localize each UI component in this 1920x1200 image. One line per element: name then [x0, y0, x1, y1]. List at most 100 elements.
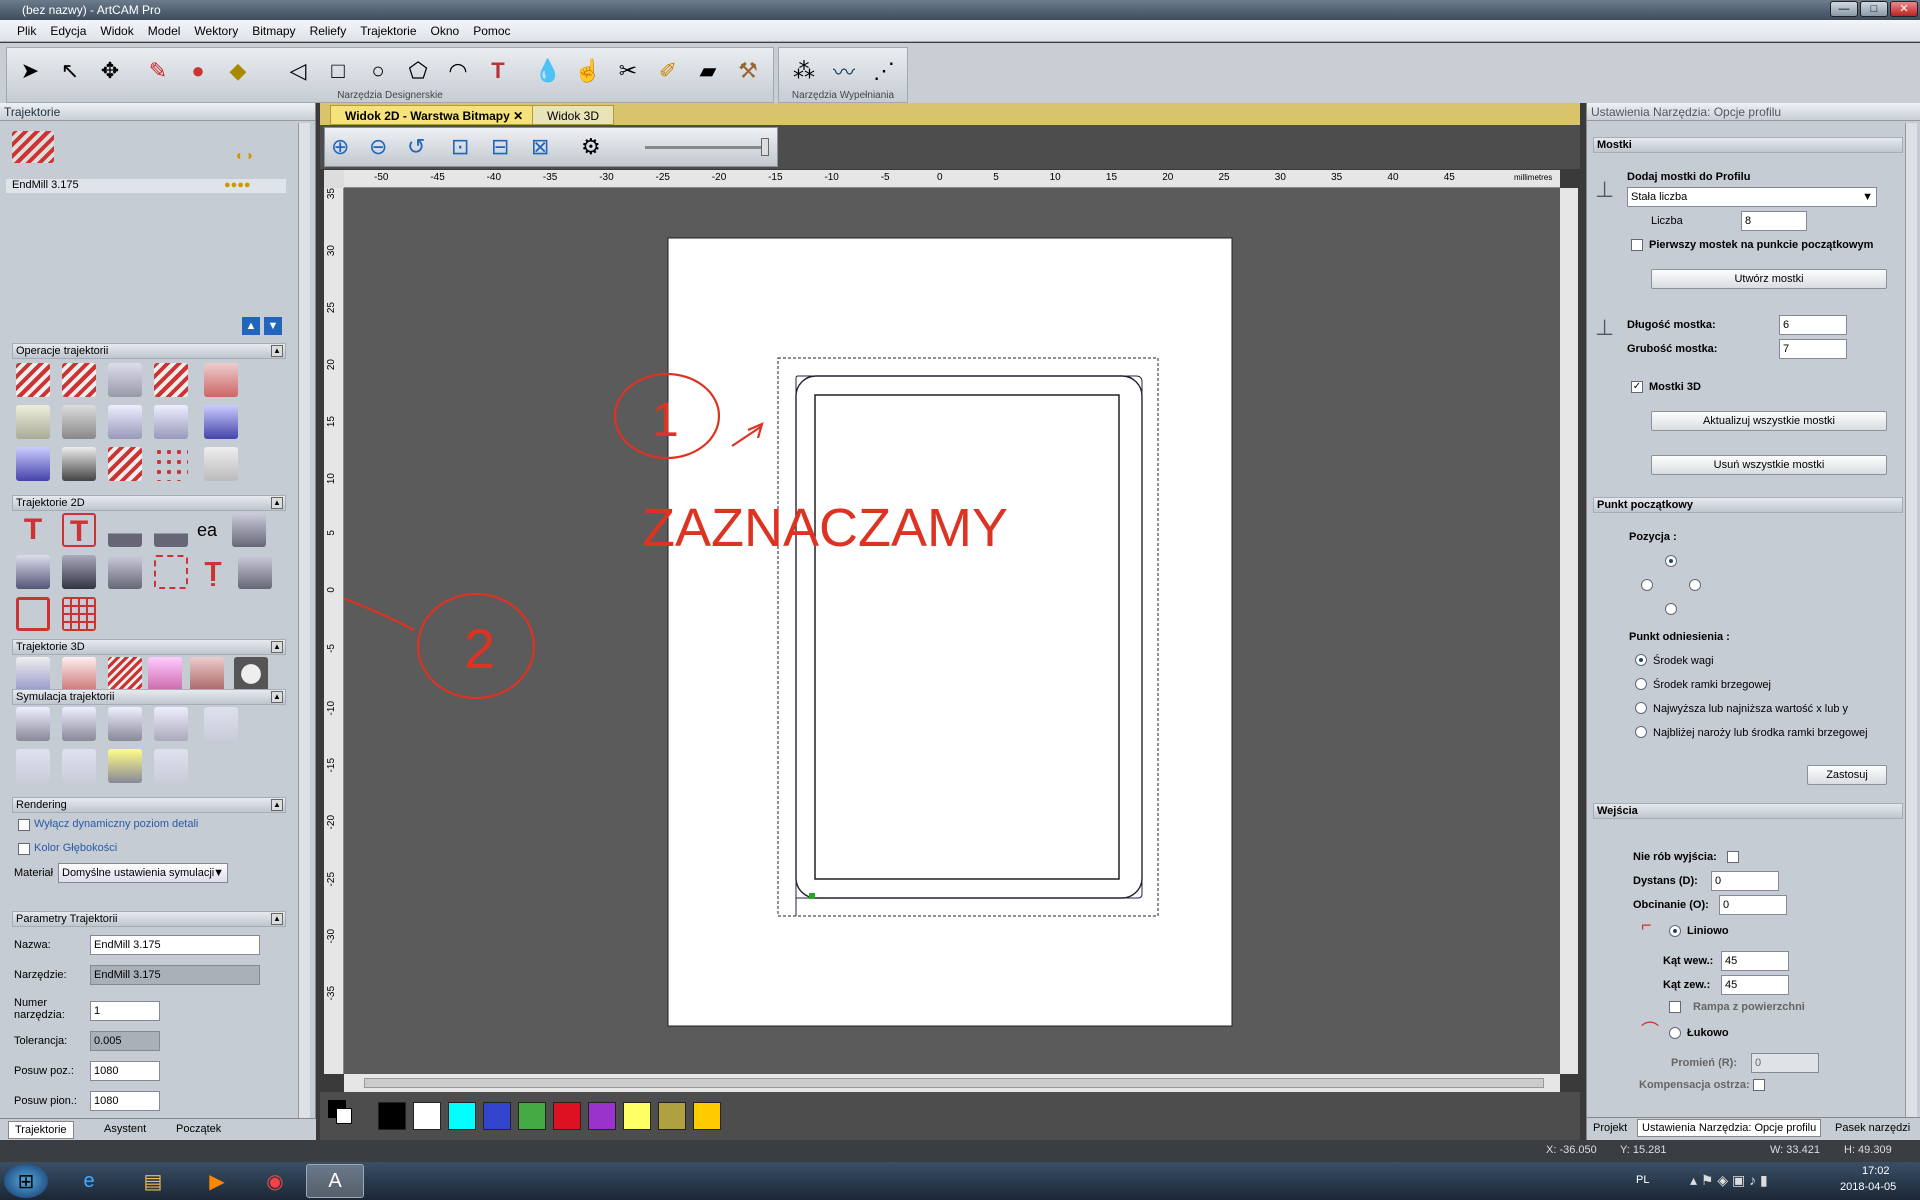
tab-3d-view[interactable]: Widok 3D	[532, 105, 615, 125]
arc-icon[interactable]: ◠	[443, 56, 473, 86]
3d-inspect-icon[interactable]	[234, 657, 268, 691]
internet-explorer-icon[interactable]: e	[60, 1164, 118, 1198]
bridge-mode-select[interactable]: Stała liczba ▼	[1627, 187, 1877, 207]
eraser-icon[interactable]: ▰	[693, 56, 723, 86]
color-swatch[interactable]	[658, 1102, 686, 1130]
toolpath-merge-icon[interactable]	[204, 363, 238, 397]
delete-bridges-button[interactable]: Usuń wszystkie mostki	[1651, 455, 1887, 475]
v-bit-icon[interactable]	[238, 555, 272, 589]
first-at-start-checkbox[interactable]	[1631, 239, 1643, 251]
menu-wektory[interactable]: Wektory	[187, 20, 245, 41]
zoom-page-icon[interactable]: ⊟	[491, 134, 509, 160]
profile-2d-icon[interactable]: Ṭ	[196, 555, 230, 589]
color-swatch[interactable]	[553, 1102, 581, 1130]
zoom-1to1-icon[interactable]: ⊡	[451, 134, 469, 160]
chrome-icon[interactable]: ◉	[246, 1164, 304, 1198]
profile-text-icon[interactable]: T	[16, 513, 50, 547]
outer-angle-input[interactable]: 45	[1721, 975, 1789, 995]
file-explorer-icon[interactable]: ▤	[124, 1164, 182, 1198]
toolpath-transform-icon[interactable]	[62, 447, 96, 481]
settings-gear-icon[interactable]: ⚙	[581, 134, 601, 160]
thickness-input[interactable]: 7	[1779, 339, 1847, 359]
pen-icon[interactable]: ✎	[143, 56, 173, 86]
position-top-radio[interactable]	[1665, 555, 1677, 567]
close-icon[interactable]: ✕	[513, 109, 523, 123]
position-bottom-radio[interactable]	[1665, 603, 1677, 615]
view-slider-handle[interactable]	[761, 138, 769, 156]
paint-icon[interactable]: ●	[183, 56, 213, 86]
menu-edycja[interactable]: Edycja	[43, 20, 93, 41]
knife-icon[interactable]: ✂	[613, 56, 643, 86]
menu-okno[interactable]: Okno	[424, 20, 467, 41]
tab-asystent[interactable]: Asystent	[104, 1123, 146, 1135]
sim-pause-icon[interactable]	[154, 707, 188, 741]
compensation-checkbox[interactable]	[1753, 1079, 1765, 1091]
toolpath-fixture-icon[interactable]	[62, 405, 96, 439]
section-toolpath-operations[interactable]: Operacje trajektorii ▲	[12, 343, 286, 359]
toolpath-sheet2-icon[interactable]	[204, 447, 238, 481]
sim-color-icon[interactable]	[108, 749, 142, 783]
inner-angle-input[interactable]: 45	[1721, 951, 1789, 971]
polyline-icon[interactable]: ◁	[283, 56, 313, 86]
fill-nodes-icon[interactable]: ⁂	[789, 56, 819, 86]
menu-bitmapy[interactable]: Bitmapy	[245, 20, 302, 41]
tray-icons[interactable]: ▴ ⚑ ◈ ▣ ♪ ▮	[1690, 1172, 1768, 1189]
color-swatch[interactable]	[448, 1102, 476, 1130]
color-swatch[interactable]	[623, 1102, 651, 1130]
3d-z-level-icon[interactable]	[108, 657, 142, 691]
menu-plik[interactable]: Plik	[10, 20, 43, 41]
color-swatch[interactable]	[693, 1102, 721, 1130]
text-tool-icon[interactable]: T	[483, 56, 513, 86]
network-icon[interactable]: ⋰	[869, 56, 899, 86]
collapse-icon[interactable]: ▲	[271, 641, 283, 653]
zoom-out-icon[interactable]: ⊖	[369, 134, 387, 160]
toolpath-lamps-icon[interactable]: ●●●●	[224, 179, 251, 191]
menu-pomoc[interactable]: Pomoc	[466, 20, 517, 41]
collapse-icon[interactable]: ▲	[271, 799, 283, 811]
tab-poczatek[interactable]: Początek	[176, 1123, 221, 1135]
linear-radio[interactable]	[1669, 925, 1681, 937]
maximize-button[interactable]: □	[1860, 1, 1888, 17]
color-swatch[interactable]	[483, 1102, 511, 1130]
menu-trajektorie[interactable]: Trajektorie	[353, 20, 423, 41]
inlay-icon[interactable]	[62, 555, 96, 589]
tab-toolbar[interactable]: Pasek narzędzi	[1835, 1122, 1910, 1134]
color-swatch[interactable]	[518, 1102, 546, 1130]
3d-finish-icon[interactable]	[62, 657, 96, 691]
fluting-icon[interactable]	[108, 555, 142, 589]
distance-input[interactable]: 0	[1711, 871, 1779, 891]
color-swatch[interactable]	[588, 1102, 616, 1130]
3d-rest-icon[interactable]	[148, 657, 182, 691]
hscroll-thumb[interactable]	[364, 1078, 1544, 1088]
start-button[interactable]: ⊞	[4, 1164, 48, 1198]
section-bridges[interactable]: Mostki	[1593, 137, 1903, 153]
tab-tool-settings[interactable]: Ustawienia Narzędzia: Opcje profilu	[1637, 1119, 1822, 1137]
ref-corner-radio[interactable]	[1635, 726, 1647, 738]
toolpath-block2-icon[interactable]	[108, 405, 142, 439]
collapse-icon[interactable]: ▲	[271, 497, 283, 509]
rectangle-icon[interactable]: □	[323, 56, 353, 86]
close-button[interactable]: ✕	[1890, 1, 1918, 17]
bridges-3d-checkbox[interactable]: ✓	[1631, 381, 1643, 393]
fill-bucket-icon[interactable]: ◆	[223, 56, 253, 86]
area-clear-icon[interactable]: T	[62, 513, 96, 548]
secondary-color-swatch[interactable]	[336, 1108, 352, 1124]
tab-projekt[interactable]: Projekt	[1593, 1122, 1627, 1134]
move-down-icon[interactable]: ▼	[264, 317, 282, 335]
minimize-button[interactable]: —	[1830, 1, 1858, 17]
polygon-icon[interactable]: ⬠	[403, 56, 433, 86]
zoom-in-icon[interactable]: ⊕	[331, 134, 349, 160]
overcut-input[interactable]: 0	[1719, 895, 1787, 915]
toolpath-edit-icon[interactable]	[154, 363, 188, 397]
toolpath-points-icon[interactable]	[154, 447, 188, 481]
tool-number-input[interactable]: 1	[90, 1001, 160, 1021]
zoom-fit-icon[interactable]: ⊠	[531, 134, 549, 160]
color-swatch[interactable]	[413, 1102, 441, 1130]
collapse-icon[interactable]: ▲	[271, 345, 283, 357]
sim-run-icon[interactable]	[62, 707, 96, 741]
section-leads[interactable]: Wejścia	[1593, 803, 1903, 819]
drop-icon[interactable]: 💧	[533, 56, 563, 86]
toolpath-info-icon[interactable]	[62, 363, 96, 397]
grid-icon[interactable]	[62, 597, 96, 631]
media-player-icon[interactable]: ▶	[188, 1164, 246, 1198]
